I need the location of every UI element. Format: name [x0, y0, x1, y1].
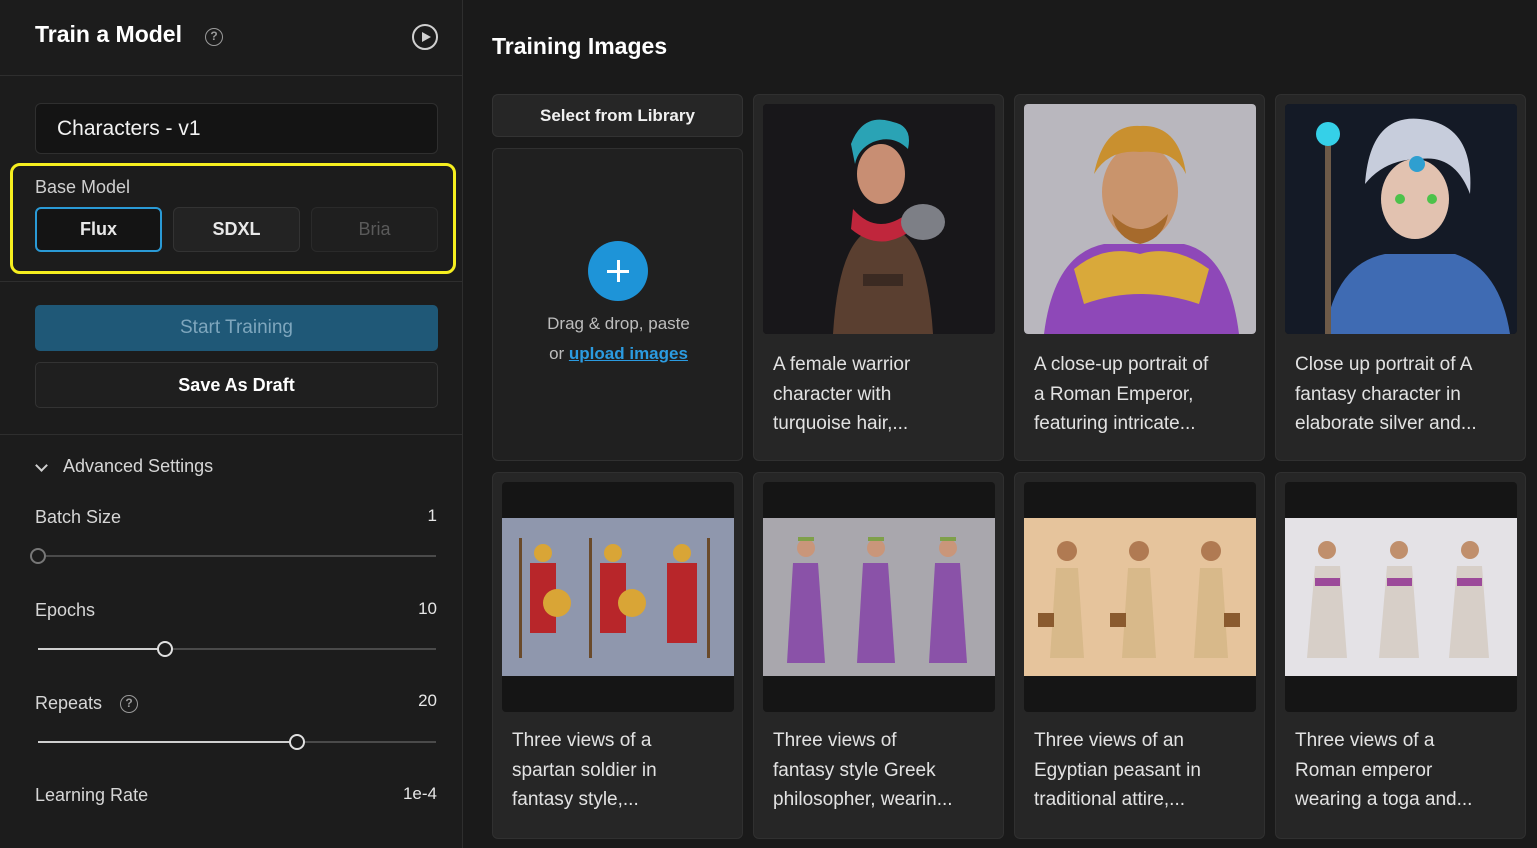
batch-size-slider[interactable]	[30, 548, 436, 564]
image-thumbnail	[1285, 482, 1517, 712]
caption-line: wearing a toga and...	[1295, 789, 1473, 810]
caption-line: fantasy style Greek	[773, 759, 936, 781]
plus-icon[interactable]	[588, 241, 648, 301]
model-name-input[interactable]	[35, 103, 438, 154]
caption-line: philosopher, wearin...	[773, 789, 953, 810]
caption-line: fantasy style,...	[512, 789, 639, 810]
training-images-title: Training Images	[492, 33, 668, 59]
slider-thumb[interactable]	[157, 641, 174, 657]
slider-thumb[interactable]	[288, 734, 305, 750]
repeats-value: 20	[418, 691, 437, 710]
caption-line: Close up portrait of A	[1295, 354, 1473, 375]
epochs-label: Epochs	[35, 600, 96, 620]
base-model-label: Base Model	[35, 177, 131, 197]
app-window: Train a Model ? Base Model Flux SDXL Bri…	[0, 0, 1537, 848]
image-card[interactable]: Three views of fantasy style Greek philo…	[753, 472, 1004, 839]
base-model-sdxl-button[interactable]: SDXL	[173, 207, 300, 252]
slider-fill	[38, 648, 166, 650]
image-thumbnail	[1024, 482, 1256, 712]
caption-line: Three views of an	[1034, 730, 1184, 751]
slider-fill	[38, 741, 297, 743]
caption-line: A close-up portrait of	[1034, 354, 1209, 375]
image-card[interactable]: Three views of an Egyptian peasant in tr…	[1014, 472, 1265, 839]
image-caption: Three views of fantasy style Greek philo…	[773, 726, 998, 815]
batch-size-label: Batch Size	[35, 507, 122, 527]
image-caption: Three views of an Egyptian peasant in tr…	[1034, 726, 1259, 815]
caption-line: elaborate silver and...	[1295, 413, 1477, 434]
image-thumbnail	[1024, 104, 1256, 334]
page-title: Train a Model	[35, 21, 182, 47]
caption-line: featuring intricate...	[1034, 413, 1196, 434]
caption-line: Three views of a	[512, 730, 652, 751]
start-training-button[interactable]: Start Training	[35, 305, 438, 351]
learning-rate-label: Learning Rate	[35, 785, 149, 805]
image-caption: A close-up portrait of a Roman Emperor, …	[1034, 350, 1259, 439]
dropzone-or-text: or	[549, 344, 569, 363]
upload-images-link[interactable]: upload images	[569, 344, 688, 363]
caption-line: Three views of	[773, 730, 897, 751]
female-warrior-image	[763, 104, 995, 334]
image-caption: Close up portrait of A fantasy character…	[1295, 350, 1520, 439]
base-model-flux-button[interactable]: Flux	[35, 207, 162, 252]
image-thumbnail	[1285, 104, 1517, 334]
chevron-down-icon	[35, 459, 48, 472]
advanced-settings-label: Advanced Settings	[63, 456, 214, 476]
roman-emperor-views-image	[1285, 518, 1517, 676]
caption-line: Three views of a	[1295, 730, 1435, 751]
caption-line: turquoise hair,...	[773, 413, 909, 434]
image-card[interactable]: Three views of a Roman emperor wearing a…	[1275, 472, 1526, 839]
roman-emperor-portrait-image	[1024, 104, 1256, 334]
silver-fantasy-character-image	[1285, 104, 1517, 334]
epochs-slider[interactable]	[38, 641, 436, 657]
image-card[interactable]: A close-up portrait of a Roman Emperor, …	[1014, 94, 1265, 461]
image-card[interactable]: Three views of a spartan soldier in fant…	[492, 472, 743, 839]
egyptian-peasant-views-image	[1024, 518, 1256, 676]
select-from-library-button[interactable]: Select from Library	[492, 94, 743, 137]
caption-line: a Roman Emperor,	[1034, 383, 1194, 405]
caption-line: Roman emperor	[1295, 759, 1433, 781]
caption-line: spartan soldier in	[512, 759, 657, 781]
upload-dropzone[interactable]: Drag & drop, paste or upload images	[492, 148, 743, 461]
image-caption: A female warrior character with turquois…	[773, 350, 998, 439]
caption-line: A female warrior	[773, 354, 911, 375]
play-tutorial-icon[interactable]	[412, 24, 438, 50]
repeats-label: Repeats	[35, 693, 103, 713]
batch-size-value: 1	[427, 506, 437, 525]
help-icon[interactable]: ?	[205, 28, 223, 46]
caption-line: Egyptian peasant in	[1034, 759, 1201, 781]
image-card[interactable]: A female warrior character with turquois…	[753, 94, 1004, 461]
dropzone-hint: Drag & drop, paste	[547, 314, 690, 333]
slider-thumb[interactable]	[30, 548, 46, 564]
image-card[interactable]: Close up portrait of A fantasy character…	[1275, 94, 1526, 461]
sidebar: Train a Model ? Base Model Flux SDXL Bri…	[0, 0, 463, 848]
save-as-draft-button[interactable]: Save As Draft	[35, 362, 438, 408]
image-thumbnail	[763, 482, 995, 712]
main-panel: Training Images Select from Library Drag…	[464, 0, 1537, 848]
base-model-bria-button[interactable]: Bria	[311, 207, 438, 252]
image-thumbnail	[502, 482, 734, 712]
caption-line: fantasy character in	[1295, 383, 1461, 405]
repeats-slider[interactable]	[38, 734, 436, 750]
greek-philosopher-views-image	[763, 518, 995, 676]
divider	[0, 281, 463, 282]
help-icon[interactable]: ?	[120, 695, 138, 713]
image-caption: Three views of a Roman emperor wearing a…	[1295, 726, 1520, 815]
learning-rate-value[interactable]: 1e-4	[403, 784, 437, 804]
sidebar-header: Train a Model ?	[0, 0, 463, 76]
image-thumbnail	[763, 104, 995, 334]
divider	[0, 434, 463, 435]
image-caption: Three views of a spartan soldier in fant…	[512, 726, 737, 815]
caption-line: character with	[773, 383, 892, 405]
dropzone-hint-upload: or upload images	[493, 344, 744, 364]
spartan-soldier-views-image	[502, 518, 734, 676]
epochs-value: 10	[418, 599, 437, 618]
caption-line: traditional attire,...	[1034, 789, 1186, 810]
